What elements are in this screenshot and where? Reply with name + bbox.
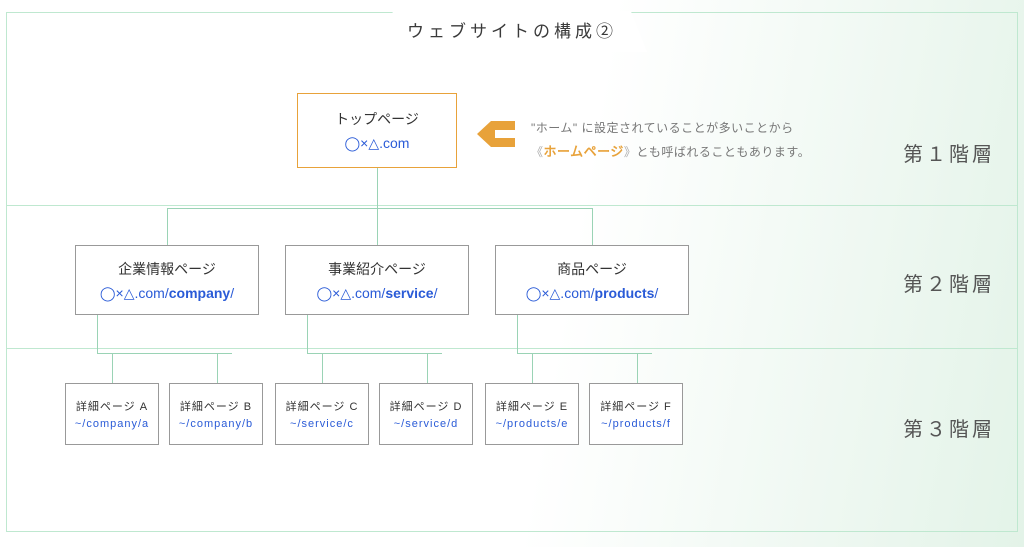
connector [532,353,533,383]
divider-1 [7,205,1017,206]
node-detail-f-title: 詳細ページ F [600,398,672,414]
layer-label-3: 第３階層 [903,413,995,442]
node-detail-e: 詳細ページ E ~/products/e [485,383,579,445]
node-top-url: ◯×△.com [345,135,410,152]
node-detail-e-url: ~/products/e [496,418,569,430]
connector [427,353,428,383]
connector [592,208,593,245]
node-detail-f-url: ~/products/f [601,418,671,430]
connector [97,315,98,353]
node-service-url: ◯×△.com/service/ [316,285,437,302]
node-service-title: 事業紹介ページ [328,259,426,279]
connector [637,353,638,383]
layer-label-1: 第１階層 [903,138,995,167]
connector [112,353,113,383]
node-company-title: 企業情報ページ [118,259,216,279]
node-top: トップページ ◯×△.com [297,93,457,168]
node-company-url: ◯×△.com/company/ [100,285,234,302]
connector [307,315,308,353]
connector [377,168,378,208]
node-detail-c-url: ~/service/c [290,418,354,430]
connector [322,353,323,383]
node-detail-a-title: 詳細ページ A [76,398,148,414]
connector [217,353,218,383]
diagram-frame: ウェブサイトの構成② 第１階層 第２階層 第３階層 トップページ ◯×△.com… [6,12,1018,532]
node-detail-b-url: ~/company/b [179,418,253,430]
node-detail-c-title: 詳細ページ C [286,398,359,414]
annotation-line1: "ホーム" に設定されていることが多いことから [531,118,861,140]
diagram-title: ウェブサイトの構成② [377,11,647,52]
annotation-line2: 《ホームページ》とも呼ばれることもあります。 [531,140,861,164]
node-detail-b: 詳細ページ B ~/company/b [169,383,263,445]
node-detail-d: 詳細ページ D ~/service/d [379,383,473,445]
connector [167,208,592,209]
connector [517,315,518,353]
node-products-url: ◯×△.com/products/ [526,285,659,302]
connector [167,208,168,245]
node-detail-a-url: ~/company/a [75,418,149,430]
arrow-icon [477,121,519,147]
node-detail-e-title: 詳細ページ E [496,398,568,414]
node-detail-b-title: 詳細ページ B [180,398,252,414]
connector [517,353,652,354]
divider-2 [7,348,1017,349]
node-detail-c: 詳細ページ C ~/service/c [275,383,369,445]
node-company: 企業情報ページ ◯×△.com/company/ [75,245,259,315]
node-service: 事業紹介ページ ◯×△.com/service/ [285,245,469,315]
node-detail-d-title: 詳細ページ D [390,398,463,414]
connector [97,353,232,354]
connector [307,353,442,354]
layer-label-2: 第２階層 [903,268,995,297]
node-products-title: 商品ページ [557,259,627,279]
annotation-text: "ホーム" に設定されていることが多いことから 《ホームページ》とも呼ばれること… [531,118,861,163]
node-detail-d-url: ~/service/d [394,418,459,430]
connector [377,208,378,245]
node-top-title: トップページ [335,109,419,129]
node-products: 商品ページ ◯×△.com/products/ [495,245,689,315]
node-detail-a: 詳細ページ A ~/company/a [65,383,159,445]
node-detail-f: 詳細ページ F ~/products/f [589,383,683,445]
